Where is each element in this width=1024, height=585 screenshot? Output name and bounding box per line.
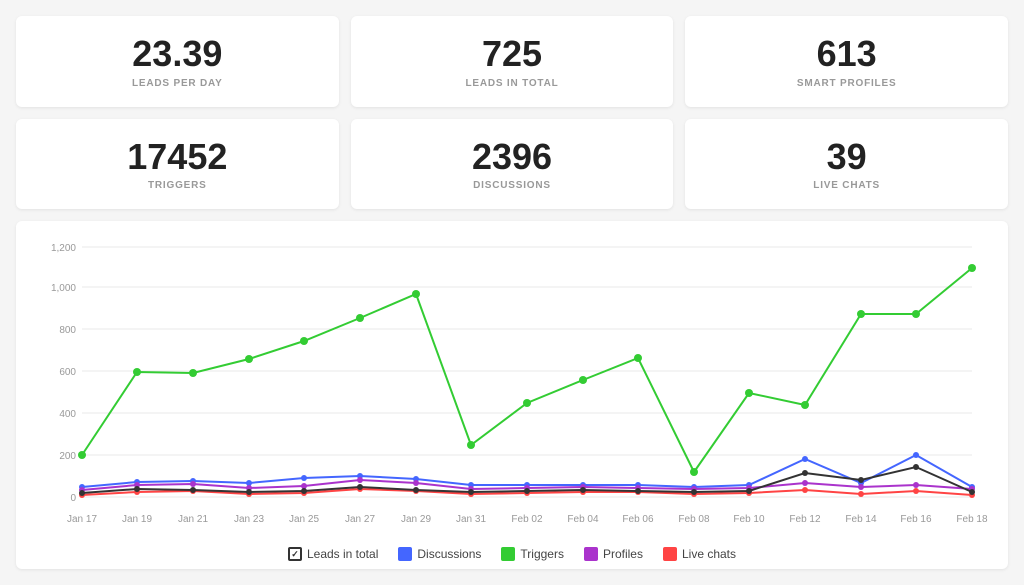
chart-container: .grid-line { stroke: #e8e8e8; stroke-wid… — [16, 221, 1008, 569]
legend-discussions: Discussions — [398, 547, 481, 561]
stat-label-smart-profiles: SMART PROFILES — [705, 78, 988, 89]
legend-profiles: Profiles — [584, 547, 643, 561]
svg-text:400: 400 — [59, 409, 76, 420]
legend-label-profiles: Profiles — [603, 547, 643, 561]
svg-text:600: 600 — [59, 367, 76, 378]
discussions-dots — [79, 452, 975, 490]
svg-text:1,000: 1,000 — [51, 283, 76, 294]
svg-text:Jan 19: Jan 19 — [122, 514, 152, 525]
legend-icon-discussions — [398, 547, 412, 561]
stat-card-triggers: 17452 TRIGGERS — [16, 119, 339, 210]
svg-text:Feb 14: Feb 14 — [845, 514, 877, 525]
svg-text:Feb 06: Feb 06 — [622, 514, 654, 525]
legend-triggers: Triggers — [501, 547, 564, 561]
legend-icon-leads — [288, 547, 302, 561]
svg-text:Jan 21: Jan 21 — [178, 514, 208, 525]
chart-area: .grid-line { stroke: #e8e8e8; stroke-wid… — [32, 237, 992, 537]
stat-card-live-chats: 39 LIVE CHATS — [685, 119, 1008, 210]
stat-label-leads-in-total: LEADS IN TOTAL — [371, 78, 654, 89]
legend-label-triggers: Triggers — [520, 547, 564, 561]
svg-text:Jan 29: Jan 29 — [401, 514, 431, 525]
legend-icon-live-chats — [663, 547, 677, 561]
stat-value-leads-in-total: 725 — [371, 34, 654, 74]
legend-label-leads: Leads in total — [307, 547, 378, 561]
legend-label-discussions: Discussions — [417, 547, 481, 561]
stat-value-triggers: 17452 — [36, 137, 319, 177]
stat-value-smart-profiles: 613 — [705, 34, 988, 74]
chart-svg: .grid-line { stroke: #e8e8e8; stroke-wid… — [32, 237, 992, 537]
svg-text:Feb 12: Feb 12 — [789, 514, 821, 525]
triggers-dots — [78, 264, 976, 476]
svg-text:Feb 02: Feb 02 — [511, 514, 543, 525]
svg-text:Jan 17: Jan 17 — [67, 514, 97, 525]
svg-text:Feb 08: Feb 08 — [678, 514, 710, 525]
legend-label-live-chats: Live chats — [682, 547, 736, 561]
svg-text:1,200: 1,200 — [51, 243, 76, 254]
stat-label-discussions: DISCUSSIONS — [371, 180, 654, 191]
chart-legend: Leads in total Discussions Triggers Prof… — [32, 547, 992, 561]
svg-text:Jan 23: Jan 23 — [234, 514, 264, 525]
stat-value-leads-per-day: 23.39 — [36, 34, 319, 74]
stat-card-smart-profiles: 613 SMART PROFILES — [685, 16, 1008, 107]
svg-text:Feb 10: Feb 10 — [733, 514, 765, 525]
svg-text:Feb 04: Feb 04 — [567, 514, 599, 525]
svg-text:Jan 27: Jan 27 — [345, 514, 375, 525]
stat-card-leads-in-total: 725 LEADS IN TOTAL — [351, 16, 674, 107]
legend-icon-profiles — [584, 547, 598, 561]
stat-label-leads-per-day: LEADS PER DAY — [36, 78, 319, 89]
legend-icon-triggers — [501, 547, 515, 561]
stat-label-live-chats: LIVE CHATS — [705, 180, 988, 191]
stat-card-discussions: 2396 DISCUSSIONS — [351, 119, 674, 210]
svg-text:Feb 16: Feb 16 — [900, 514, 932, 525]
stats-grid: 23.39 LEADS PER DAY 725 LEADS IN TOTAL 6… — [16, 16, 1008, 209]
triggers-line — [82, 268, 972, 472]
svg-text:0: 0 — [70, 493, 76, 504]
stat-card-leads-per-day: 23.39 LEADS PER DAY — [16, 16, 339, 107]
stat-label-triggers: TRIGGERS — [36, 180, 319, 191]
legend-leads-in-total: Leads in total — [288, 547, 378, 561]
stat-value-live-chats: 39 — [705, 137, 988, 177]
svg-text:Jan 31: Jan 31 — [456, 514, 486, 525]
svg-text:800: 800 — [59, 325, 76, 336]
legend-live-chats: Live chats — [663, 547, 736, 561]
svg-text:Feb 18: Feb 18 — [956, 514, 988, 525]
stat-value-discussions: 2396 — [371, 137, 654, 177]
svg-text:Jan 25: Jan 25 — [289, 514, 319, 525]
svg-text:200: 200 — [59, 451, 76, 462]
